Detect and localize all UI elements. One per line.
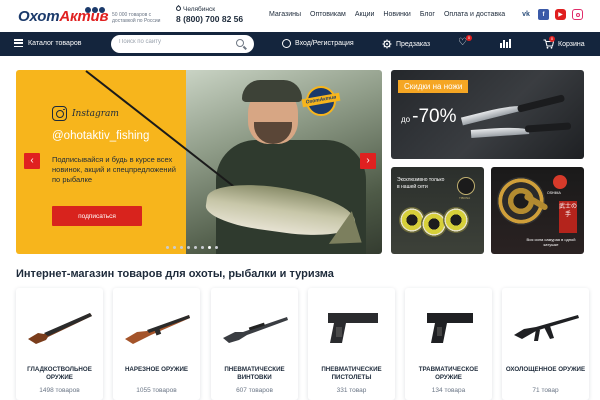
location-pin-icon — [174, 4, 183, 13]
category-card-traumatic[interactable]: Травматическое оружие 134 товара — [405, 288, 492, 400]
top-header: ОхотАктив 50 000 товаров с доставкой по … — [0, 0, 600, 32]
knives-discount: до -70% — [401, 106, 457, 127]
subscribe-button[interactable]: подписаться — [52, 206, 142, 226]
category-card-blank-firing[interactable]: Охолощенное оружие 71 товар — [502, 288, 589, 400]
vk-icon[interactable]: vk — [520, 9, 532, 20]
hero-banner[interactable]: ОхотАктив Instagram @ohotaktiv_fishing П… — [16, 70, 382, 254]
catalog-button[interactable]: Каталог товаров — [14, 39, 81, 47]
heart-icon: 0 — [458, 35, 472, 48]
nav-link-new[interactable]: Новинки — [383, 11, 410, 18]
instagram-heading: Instagram — [52, 106, 119, 121]
exclusive-text: Эксклюзивно только в нашей сети — [397, 177, 445, 190]
search-box — [111, 35, 254, 53]
preorder-label: Предзаказ — [396, 40, 431, 48]
instagram-icon[interactable] — [572, 9, 583, 20]
promo-knives-banner[interactable]: Скидки на ножи до -70% — [391, 70, 584, 159]
login-label: Вход/Регистрация — [295, 40, 354, 47]
nav-link-wholesale[interactable]: Оптовикам — [310, 11, 346, 18]
instagram-icon — [52, 106, 67, 121]
favorites-count-badge: 0 — [466, 35, 472, 41]
knives-sale-tag: Скидки на ножи — [398, 80, 469, 93]
youtube-icon[interactable]: ▶ — [555, 9, 566, 20]
nav-link-stores[interactable]: Магазины — [269, 11, 301, 18]
carousel-dot[interactable] — [215, 246, 218, 249]
nav-link-promotions[interactable]: Акции — [355, 11, 375, 18]
brand-sticker: ОхотАктив — [301, 86, 341, 116]
nav-link-blog[interactable]: Блог — [420, 11, 435, 18]
carousel-next-button[interactable]: › — [360, 153, 376, 169]
phone-number[interactable]: 8 (800) 700 82 56 — [176, 14, 243, 24]
air-pistol-icon — [308, 294, 395, 360]
promo-reel-banner[interactable]: OSHIMA 武士の手 Вся сила самурая в одной кат… — [491, 167, 584, 254]
air-rifle-icon — [211, 294, 298, 360]
oshima-brand: OSHIMA — [547, 191, 561, 195]
carousel-dot[interactable] — [173, 246, 176, 249]
compare-icon — [500, 39, 511, 48]
city-selector[interactable]: Челябинск — [174, 4, 216, 13]
logo-tagline: 50 000 товаров с доставкой по России — [112, 12, 161, 24]
compare-button[interactable] — [500, 39, 511, 48]
instagram-word: Instagram — [72, 108, 119, 119]
category-card-rifled[interactable]: Нарезное оружие 1055 товаров — [113, 288, 200, 400]
search-input[interactable] — [119, 39, 229, 45]
carousel-dot[interactable] — [180, 246, 183, 249]
blank-firing-rifle-icon — [502, 294, 589, 360]
carousel-dot[interactable] — [187, 246, 190, 249]
logo-part-1: Охот — [18, 8, 60, 25]
catalog-label: Каталог товаров — [28, 39, 82, 47]
section-title: Интернет-магазин товаров для охоты, рыба… — [16, 268, 334, 280]
rifle-icon — [113, 294, 200, 360]
gear-icon — [382, 39, 392, 49]
cart-label: Корзина — [558, 40, 585, 48]
preorder-button[interactable]: Предзаказ — [382, 39, 430, 49]
social-links: vk f ▶ — [520, 9, 583, 20]
cart-button[interactable]: 0 Корзина — [543, 36, 585, 49]
carousel-dot[interactable] — [208, 246, 211, 249]
user-icon — [282, 39, 291, 48]
top-navigation: Магазины Оптовикам Акции Новинки Блог Оп… — [269, 11, 514, 18]
oshima-logo — [553, 175, 567, 189]
hero-description: Подписывайся и будь в курсе всех новинок… — [52, 155, 176, 184]
knife-blade-graphic — [460, 102, 524, 126]
menu-icon — [14, 39, 23, 47]
category-card-air-pistols[interactable]: Пневматические пистолеты 331 товар — [308, 288, 395, 400]
facebook-icon[interactable]: f — [538, 9, 549, 20]
city-label: Челябинск — [183, 6, 216, 13]
nav-link-payment-delivery[interactable]: Оплата и доставка — [444, 11, 505, 18]
carousel-dot[interactable] — [201, 246, 204, 249]
carousel-dot[interactable] — [166, 246, 169, 249]
main-navbar: Каталог товаров Вход/Регистрация Предзак… — [0, 32, 600, 56]
cart-count-badge: 0 — [549, 36, 555, 42]
carousel-dots — [166, 246, 218, 249]
traumatic-pistol-icon — [405, 294, 492, 360]
tibona-logo: TIBONA — [457, 177, 475, 200]
search-icon[interactable] — [236, 39, 244, 47]
category-card-air-rifles[interactable]: Пневматические винтовки 607 товаров — [211, 288, 298, 400]
reel-slogan: Вся сила самурая в одной катушке — [526, 237, 576, 247]
login-button[interactable]: Вход/Регистрация — [282, 39, 354, 48]
logo-decoration-icon — [85, 7, 105, 13]
shotgun-icon — [16, 294, 103, 360]
kanji-banner: 武士の手 — [559, 201, 577, 233]
carousel-dot[interactable] — [194, 246, 197, 249]
category-grid: Гладкоствольное оружие 1498 товаров Наре… — [16, 288, 589, 400]
promo-fishing-line-banner[interactable]: Эксклюзивно только в нашей сети TIBONA — [391, 167, 484, 254]
instagram-handle[interactable]: @ohotaktiv_fishing — [52, 130, 149, 142]
carousel-prev-button[interactable]: ‹ — [24, 153, 40, 169]
favorites-button[interactable]: 0 — [458, 35, 472, 48]
category-card-smoothbore[interactable]: Гладкоствольное оружие 1498 товаров — [16, 288, 103, 400]
